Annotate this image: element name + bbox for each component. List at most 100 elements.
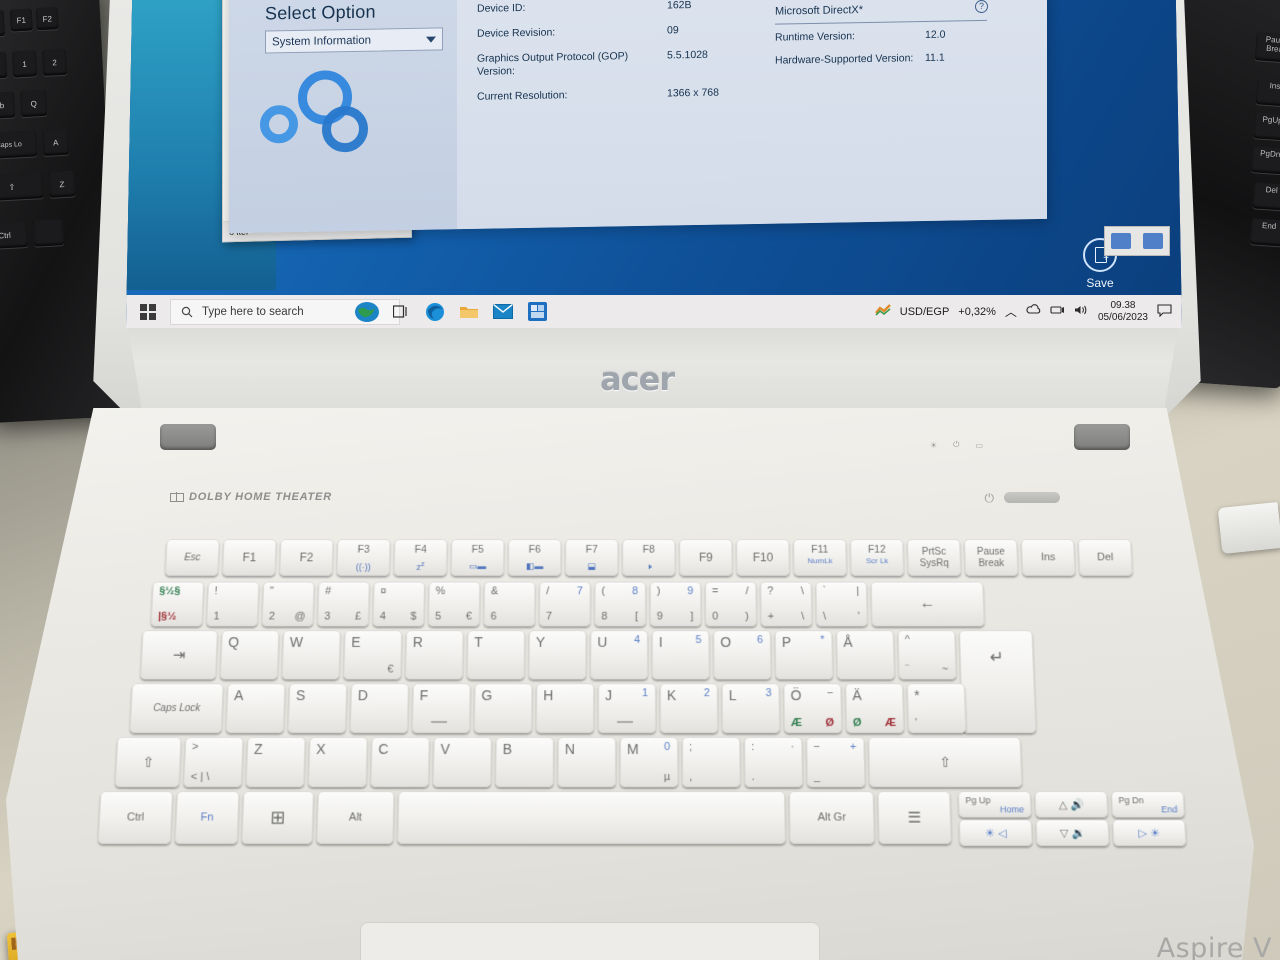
key-f7[interactable]: F7 ⬓ [565,539,618,576]
key-s[interactable]: S [288,683,347,733]
graphics-control-panel-window[interactable]: Select Option System Information Vendor [229,0,1047,233]
taskbar-pinned-apps[interactable] [408,297,552,327]
key-v[interactable]: V [433,737,492,787]
key-f2[interactable]: F2 [279,539,333,576]
key-acute[interactable]: ` \ | ' [815,582,867,627]
chevron-down-icon[interactable] [426,36,436,42]
windows-start-icon[interactable] [126,295,170,328]
key-d[interactable]: D [350,683,409,733]
key-f11[interactable]: F11 NumLk [793,539,847,576]
mail-icon[interactable] [488,297,518,327]
key-minus[interactable]: − + _ [806,737,865,787]
key-prtsc[interactable]: PrtSc SysRq [907,539,961,576]
key-left-shift[interactable]: ⇧ [115,737,182,787]
key-4[interactable]: ¤ 4 $ [373,582,425,627]
key-section[interactable]: §½§ |§½ [151,582,204,627]
key-n[interactable]: N [558,737,616,787]
key-ins[interactable]: Ins [1021,539,1076,576]
touchpad[interactable] [360,922,820,960]
key-b[interactable]: B [495,737,554,787]
key-capslock[interactable]: Caps Lock [130,683,224,733]
volume-icon[interactable] [1074,304,1089,319]
question-mark-icon[interactable]: ? [975,0,988,13]
key-p[interactable]: P * [775,630,833,679]
key-colon[interactable]: :. · [744,737,803,787]
key-a[interactable]: A [226,683,286,733]
key-u[interactable]: U4 [590,630,648,679]
key-aumlaut[interactable]: ÄØÆ [845,683,904,733]
key-asterisk[interactable]: * ' [907,683,966,733]
onedrive-icon[interactable] [1026,304,1041,319]
system-tray[interactable]: USD/EGP +0,32% ︿ 09.38 05/06/2023 [875,300,1182,324]
key-k[interactable]: K2 [660,683,718,733]
key-7[interactable]: /7 7 [539,582,591,627]
key-f6[interactable]: F6 ◧▬ [508,539,561,576]
key-f[interactable]: F [412,683,471,733]
key-del[interactable]: Del [1078,539,1133,576]
key-esc[interactable]: Esc [165,539,220,576]
key-pgup[interactable]: Pg Up Home [958,791,1031,817]
key-f3[interactable]: F3 ((·)) [336,539,390,576]
key-9[interactable]: ) 9 9] [650,582,702,627]
key-lessthan[interactable]: > < | \ [183,737,243,787]
key-5[interactable]: % 5 € [428,582,480,627]
key-r[interactable]: R [405,630,464,679]
edge-browser-icon[interactable] [420,297,450,327]
network-icon[interactable] [1050,304,1065,319]
key-2[interactable]: " 2 @ [262,582,315,627]
screen-icon[interactable] [1143,233,1163,249]
key-arrow-down[interactable]: ▽ 🔉 [1036,820,1110,846]
key-aring[interactable]: Å [836,630,895,679]
key-o[interactable]: O6 [713,630,771,679]
key-plus[interactable]: ? + \ \ [760,582,812,627]
key-c[interactable]: C [370,737,429,787]
key-f10[interactable]: F10 [736,539,790,576]
select-option-dropdown[interactable]: System Information [265,27,443,53]
key-arrow-up[interactable]: △ 🔊 [1035,791,1109,817]
ticker-change[interactable]: +0,32% [958,306,996,318]
key-l[interactable]: L3 [722,683,780,733]
ticker-symbol[interactable]: USD/EGP [900,306,950,318]
key-x[interactable]: X [308,737,368,787]
key-arrow-right[interactable]: ▷ ☀ [1112,820,1186,846]
key-semicolon[interactable]: ;, [682,737,741,787]
key-6[interactable]: & 6 [483,582,535,627]
power-button[interactable] [1004,492,1060,503]
key-fn[interactable]: Fn [175,791,240,844]
key-0[interactable]: = 0/) [705,582,757,627]
key-f4[interactable]: F4 zz [394,539,448,576]
key-j[interactable]: J1 [598,683,656,733]
key-m[interactable]: M0µ [620,737,678,787]
key-enter[interactable]: ↵ [959,630,1036,733]
key-menu[interactable]: ☰ [878,791,952,844]
floating-tray-popup[interactable] [1104,226,1170,256]
key-i[interactable]: I5 [652,630,710,679]
key-space[interactable] [397,791,785,844]
laptop-keyboard[interactable]: Esc F1 F2 F3 ((·)) F4 zz F5 ▭▬ F6 ◧▬ F7 ⬓ F8 🕨… [90,539,1185,918]
key-arrow-left[interactable]: ☀ ◁ [959,820,1033,846]
key-g[interactable]: G [474,683,533,733]
key-f9[interactable]: F9 [679,539,732,576]
file-explorer-icon[interactable] [454,297,484,327]
key-pause[interactable]: Pause Break [964,539,1018,576]
key-alt[interactable]: Alt [316,791,394,844]
key-ctrl[interactable]: Ctrl [98,791,173,844]
key-tab[interactable]: ⇥ [140,630,218,679]
stock-ticker-icon[interactable] [875,303,891,320]
key-e[interactable]: E € [343,630,402,679]
key-f8[interactable]: F8 🕨 [622,539,675,576]
task-view-icon[interactable] [386,297,416,327]
key-windows[interactable]: ⊞ [241,791,313,844]
key-z[interactable]: Z [246,737,306,787]
key-q[interactable]: Q [220,630,279,679]
globe-weather-icon[interactable] [352,297,382,327]
key-y[interactable]: Y [528,630,586,679]
key-1[interactable]: ! 1 [206,582,259,627]
windows-taskbar[interactable]: Type here to search USD/EGP +0,32% ︿ 09.… [126,295,1182,328]
key-altgr[interactable]: Alt Gr [789,791,875,844]
grid-view-icon[interactable] [1111,233,1131,249]
key-t[interactable]: T [467,630,525,679]
key-backspace[interactable]: ← [871,582,985,627]
key-3[interactable]: #3 £ [317,582,370,627]
key-f1[interactable]: F1 [222,539,277,576]
